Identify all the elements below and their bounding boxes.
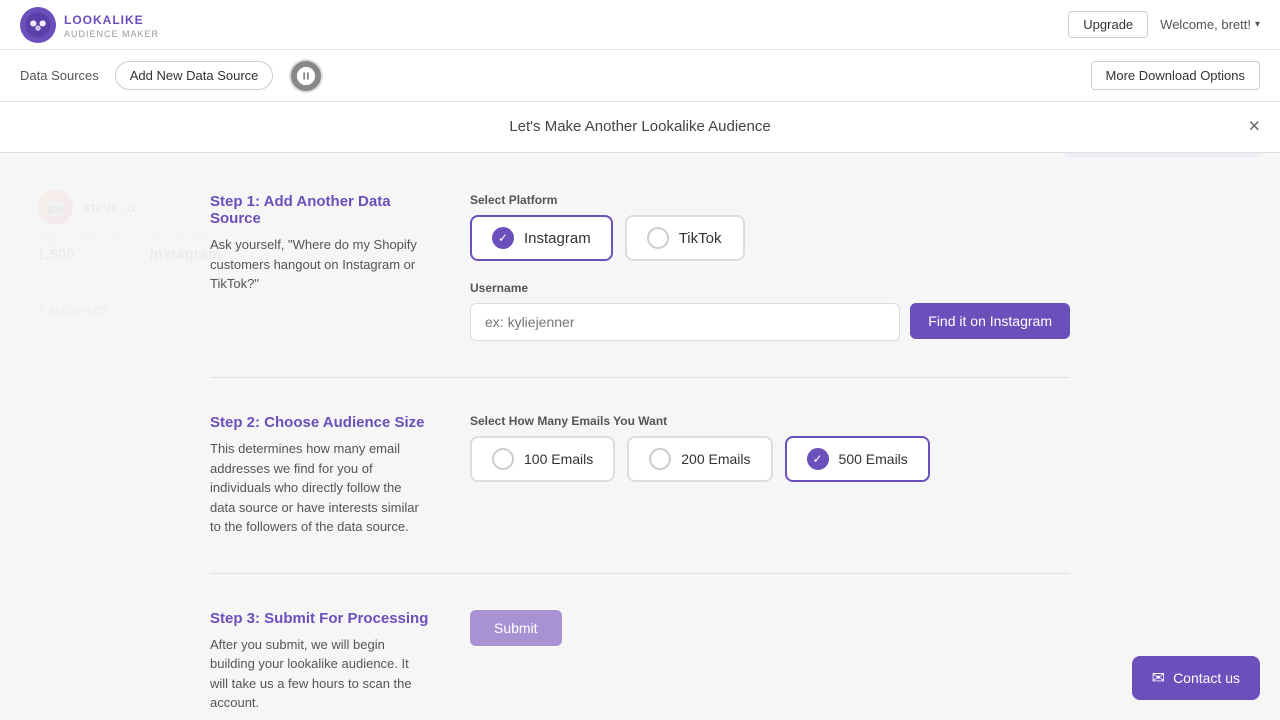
logo: LOOKALIKE AUDIENCE MAKER [20, 7, 159, 43]
step1-title: Step 1: Add Another Data Source [210, 193, 430, 227]
email-options: 100 Emails 200 Emails ✓ 500 Emails [470, 436, 1070, 482]
step1-row: Step 1: Add Another Data Source Ask your… [210, 193, 1070, 378]
platform-label: Select Platform [470, 193, 1070, 207]
data-sources-nav[interactable]: Data Sources [20, 68, 99, 83]
label-500: 500 Emails [839, 451, 908, 467]
label-200: 200 Emails [681, 451, 750, 467]
modal-overlay: Let's Make Another Lookalike Audience × … [0, 102, 1280, 720]
close-button[interactable]: × [1248, 116, 1260, 139]
check-100 [492, 448, 514, 470]
step2-row: Step 2: Choose Audience Size This determ… [210, 414, 1070, 574]
label-100: 100 Emails [524, 451, 593, 467]
topbar-left: LOOKALIKE AUDIENCE MAKER [20, 7, 159, 43]
modal-title: Let's Make Another Lookalike Audience [509, 118, 770, 135]
username-label: Username [470, 281, 1070, 295]
more-download-button[interactable]: More Download Options [1091, 61, 1260, 90]
subnav: Data Sources Add New Data Source More Do… [0, 50, 1280, 102]
modal-header: Let's Make Another Lookalike Audience × [0, 102, 1280, 153]
step2-left: Step 2: Choose Audience Size This determ… [210, 414, 430, 537]
subnav-right: More Download Options [1091, 61, 1260, 90]
instagram-label: Instagram [524, 230, 591, 247]
logo-icon [20, 7, 56, 43]
step1-left: Step 1: Add Another Data Source Ask your… [210, 193, 430, 341]
step3-left: Step 3: Submit For Processing After you … [210, 610, 430, 713]
platform-tiktok[interactable]: TikTok [625, 215, 745, 261]
upgrade-button[interactable]: Upgrade [1068, 11, 1148, 38]
step2-title: Step 2: Choose Audience Size [210, 414, 430, 431]
mail-icon: ✉ [1152, 668, 1165, 688]
find-instagram-button[interactable]: Find it on Instagram [910, 303, 1070, 339]
username-input[interactable] [470, 303, 900, 341]
step3-row: Step 3: Submit For Processing After you … [210, 610, 1070, 720]
check-500: ✓ [807, 448, 829, 470]
check-200 [649, 448, 671, 470]
step3-desc: After you submit, we will begin building… [210, 635, 430, 713]
avatar[interactable] [289, 59, 323, 93]
email-100[interactable]: 100 Emails [470, 436, 615, 482]
logo-name: LOOKALIKE [64, 13, 144, 27]
email-200[interactable]: 200 Emails [627, 436, 772, 482]
step3-right: Submit [470, 610, 1070, 713]
contact-us-label: Contact us [1173, 670, 1240, 686]
platform-instagram[interactable]: ✓ Instagram [470, 215, 613, 261]
chevron-down-icon: ▾ [1255, 19, 1260, 30]
step2-desc: This determines how many email addresses… [210, 439, 430, 537]
contact-us-button[interactable]: ✉ Contact us [1132, 656, 1260, 700]
instagram-check: ✓ [492, 227, 514, 249]
step1-right: Select Platform ✓ Instagram TikTok Usern… [470, 193, 1070, 341]
subnav-left: Data Sources Add New Data Source [20, 59, 323, 93]
topbar-right: Upgrade Welcome, brett! ▾ [1068, 11, 1260, 38]
logo-sub: AUDIENCE MAKER [64, 29, 159, 39]
tiktok-check [647, 227, 669, 249]
step1-desc: Ask yourself, "Where do my Shopify custo… [210, 235, 430, 294]
welcome-text: Welcome, brett! ▾ [1160, 17, 1260, 32]
step2-right: Select How Many Emails You Want 100 Emai… [470, 414, 1070, 537]
email-500[interactable]: ✓ 500 Emails [785, 436, 930, 482]
username-row: Find it on Instagram [470, 303, 1070, 341]
step3-title: Step 3: Submit For Processing [210, 610, 430, 627]
logo-text-block: LOOKALIKE AUDIENCE MAKER [64, 11, 159, 39]
add-source-button[interactable]: Add New Data Source [115, 61, 274, 90]
tiktok-label: TikTok [679, 230, 722, 247]
submit-button[interactable]: Submit [470, 610, 562, 646]
platform-options: ✓ Instagram TikTok [470, 215, 1070, 261]
topbar: LOOKALIKE AUDIENCE MAKER Upgrade Welcome… [0, 0, 1280, 50]
size-label: Select How Many Emails You Want [470, 414, 1070, 428]
modal-body: Step 1: Add Another Data Source Ask your… [190, 153, 1090, 720]
